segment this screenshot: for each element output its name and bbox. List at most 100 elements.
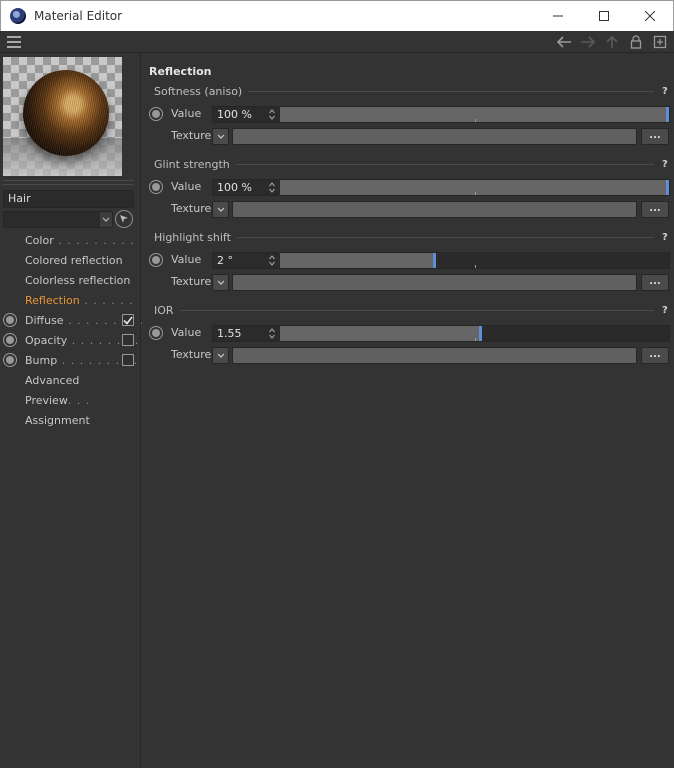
texture-label: Texture	[171, 348, 212, 361]
close-button[interactable]	[627, 1, 673, 31]
forward-arrow-icon[interactable]	[578, 33, 598, 51]
channel-reflection[interactable]: Reflection . . . . . .	[0, 290, 141, 310]
value-animation-radio[interactable]	[149, 107, 163, 121]
channel-list: Color . . . . . . . . . Colored reflecti…	[0, 230, 144, 430]
layer-select[interactable]	[3, 211, 113, 228]
texture-label: Texture	[171, 202, 212, 215]
spinner-arrows-icon[interactable]	[269, 254, 275, 267]
value-animation-radio[interactable]	[149, 326, 163, 340]
help-button[interactable]: ?	[662, 232, 674, 243]
group-title: IOR	[154, 303, 174, 317]
channel-opacity[interactable]: Opacity . . . . . . . .	[0, 330, 141, 350]
maximize-button[interactable]	[581, 1, 627, 31]
toolbar	[0, 31, 674, 53]
texture-more-button[interactable]: ...	[641, 201, 669, 218]
group-header: Glint strength ?	[154, 157, 674, 171]
value-row: Value 1.55	[142, 324, 674, 343]
texture-field[interactable]	[232, 201, 637, 218]
attributes-panel: Reflection Softness (aniso) ? Value 100 …	[142, 53, 674, 768]
texture-more-button[interactable]: ...	[641, 274, 669, 291]
channel-diffuse[interactable]: Diffuse . . . . . . . . .	[0, 310, 144, 330]
value-label: Value	[171, 253, 202, 266]
group-title: Highlight shift	[154, 230, 231, 244]
spinner-arrows-icon[interactable]	[269, 327, 275, 340]
bump-checkbox[interactable]	[122, 354, 134, 366]
value-slider[interactable]	[279, 325, 670, 342]
bump-animation-radio[interactable]	[3, 353, 17, 367]
value-slider[interactable]	[279, 106, 670, 123]
value-row: Value 100 %	[142, 178, 674, 197]
spinner-arrows-icon[interactable]	[269, 181, 275, 194]
minimize-button[interactable]	[535, 1, 581, 31]
value-label: Value	[171, 180, 202, 193]
opacity-checkbox[interactable]	[122, 334, 134, 346]
material-preview[interactable]	[3, 57, 122, 176]
pick-cursor-button[interactable]	[115, 210, 133, 228]
diffuse-animation-radio[interactable]	[3, 313, 17, 327]
channel-color[interactable]: Color . . . . . . . . .	[0, 230, 141, 250]
value-slider[interactable]	[279, 179, 670, 196]
texture-dropdown[interactable]	[212, 347, 229, 364]
spinner-arrows-icon[interactable]	[269, 108, 275, 121]
chevron-down-icon	[217, 353, 224, 358]
texture-row: Texture ...	[142, 273, 674, 292]
chevron-down-icon	[217, 134, 224, 139]
value-input[interactable]: 1.55	[212, 325, 278, 342]
value-label: Value	[171, 107, 202, 120]
divider	[3, 184, 134, 185]
texture-label: Texture	[171, 129, 212, 142]
channel-colored-reflection[interactable]: Colored reflection	[0, 250, 141, 270]
channel-preview[interactable]: Preview. . .	[0, 390, 141, 410]
texture-label: Texture	[171, 275, 212, 288]
value-animation-radio[interactable]	[149, 253, 163, 267]
texture-field[interactable]	[232, 274, 637, 291]
lock-icon[interactable]	[626, 33, 646, 51]
menu-icon[interactable]	[7, 35, 21, 48]
value-input[interactable]: 2 °	[212, 252, 278, 269]
help-button[interactable]: ?	[662, 86, 674, 97]
value-slider[interactable]	[279, 252, 670, 269]
texture-dropdown[interactable]	[212, 274, 229, 291]
chevron-down-icon	[100, 212, 112, 227]
maximize-icon	[599, 11, 609, 21]
group-header: Highlight shift ?	[154, 230, 674, 244]
texture-dropdown[interactable]	[212, 128, 229, 145]
value-row: Value 2 °	[142, 251, 674, 270]
texture-more-button[interactable]: ...	[641, 128, 669, 145]
up-arrow-icon[interactable]	[602, 33, 622, 51]
help-button[interactable]: ?	[662, 305, 674, 316]
texture-row: Texture ...	[142, 200, 674, 219]
section-title: Reflection	[149, 65, 212, 78]
minimize-icon	[553, 15, 563, 17]
cinema4d-logo-icon	[10, 8, 26, 24]
channel-bump[interactable]: Bump . . . . . . . . .	[0, 350, 141, 370]
texture-row: Texture ...	[142, 127, 674, 146]
preview-sphere	[23, 70, 109, 156]
opacity-animation-radio[interactable]	[3, 333, 17, 347]
back-arrow-icon[interactable]	[554, 33, 574, 51]
texture-field[interactable]	[232, 347, 637, 364]
divider	[3, 180, 134, 181]
texture-dropdown[interactable]	[212, 201, 229, 218]
window-controls	[535, 1, 673, 31]
value-input[interactable]: 100 %	[212, 179, 278, 196]
texture-more-button[interactable]: ...	[641, 347, 669, 364]
help-button[interactable]: ?	[662, 159, 674, 170]
value-input[interactable]: 100 %	[212, 106, 278, 123]
chevron-down-icon	[217, 280, 224, 285]
texture-row: Texture ...	[142, 346, 674, 365]
group-header: Softness (aniso) ?	[154, 84, 674, 98]
material-name-field[interactable]: Hair	[3, 190, 134, 208]
value-animation-radio[interactable]	[149, 180, 163, 194]
diffuse-checkbox[interactable]	[122, 314, 134, 326]
channel-assignment[interactable]: Assignment	[0, 410, 141, 430]
checkmark-icon	[123, 316, 133, 325]
group-title: Softness (aniso)	[154, 84, 243, 98]
window-title: Material Editor	[34, 9, 123, 23]
channel-advanced[interactable]: Advanced	[0, 370, 141, 390]
channel-colorless-reflection[interactable]: Colorless reflection	[0, 270, 141, 290]
chevron-down-icon	[217, 207, 224, 212]
texture-field[interactable]	[232, 128, 637, 145]
new-window-icon[interactable]	[650, 33, 670, 51]
value-row: Value 100 %	[142, 105, 674, 124]
